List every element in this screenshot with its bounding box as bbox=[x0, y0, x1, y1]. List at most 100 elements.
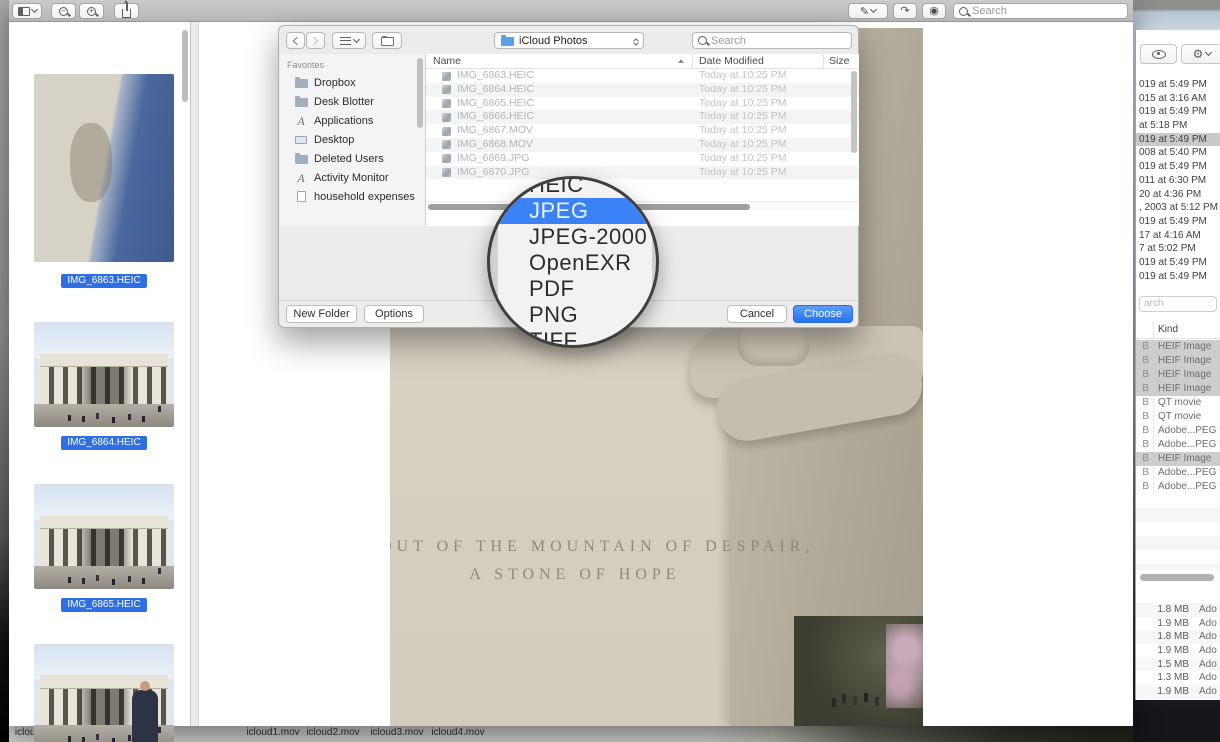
file-row[interactable]: IMG_6869.JPG Today at 10:25 PM bbox=[426, 152, 859, 166]
dialog-search-input[interactable]: Search bbox=[692, 32, 852, 49]
finder-date-row[interactable]: at 5:18 PM bbox=[1136, 119, 1220, 133]
location-popup[interactable]: iCloud Photos bbox=[494, 32, 644, 49]
finder-kind-row[interactable]: B HEIF Image bbox=[1136, 354, 1220, 368]
rotate-button[interactable]: ↷ bbox=[893, 3, 917, 19]
thumbnail-lincoln-memorial[interactable] bbox=[34, 484, 174, 589]
finder-size-row[interactable]: 1.9 MB Ado bbox=[1136, 685, 1220, 699]
desktop-file-label[interactable]: icloud2.mov bbox=[303, 727, 363, 738]
finder-kind-row[interactable]: B HEIF Image bbox=[1136, 452, 1220, 466]
finder-kind-row[interactable]: B HEIF Image bbox=[1136, 340, 1220, 354]
zoom-out-button[interactable]: − bbox=[51, 3, 76, 19]
file-row[interactable]: IMG_6868.MOV Today at 10:25 PM bbox=[426, 138, 859, 152]
file-row[interactable]: IMG_6865.HEIC Today at 10:25 PM bbox=[426, 97, 859, 111]
finder-kind-row[interactable]: B HEIF Image bbox=[1136, 368, 1220, 382]
format-menu-item[interactable]: OpenEXR bbox=[498, 250, 652, 276]
finder-size-row[interactable]: 1.9 MB Ado bbox=[1136, 644, 1220, 658]
finder-date-row[interactable]: 008 at 5:40 PM bbox=[1136, 146, 1220, 160]
zoom-in-button[interactable]: + bbox=[79, 3, 104, 19]
sidebar-view-button[interactable] bbox=[12, 3, 42, 19]
thumbnail-filename-label[interactable]: IMG_6863.HEIC bbox=[61, 274, 146, 288]
finder-size-row[interactable]: 1.8 MB Ado bbox=[1136, 630, 1220, 644]
finder-kind-row[interactable]: B Adobe...PEG file bbox=[1136, 480, 1220, 494]
file-list-vertical-scrollbar[interactable] bbox=[851, 71, 857, 153]
choose-button[interactable]: Choose bbox=[793, 305, 853, 323]
location-popup-value: iCloud Photos bbox=[519, 35, 629, 47]
finder-kind-row[interactable]: B QT movie bbox=[1136, 396, 1220, 410]
file-row[interactable]: IMG_6863.HEIC Today at 10:25 PM bbox=[426, 69, 859, 83]
finder-date-row[interactable]: 7 at 5:02 PM bbox=[1136, 242, 1220, 256]
finder-size-row[interactable]: 1.9 MB Ado bbox=[1136, 617, 1220, 631]
file-row[interactable]: IMG_6870.JPG Today at 10:25 PM bbox=[426, 166, 859, 180]
file-thumbnail-icon bbox=[442, 72, 451, 81]
thumbnail-lincoln-memorial[interactable] bbox=[34, 322, 174, 427]
action-menu-button[interactable]: ⚙ bbox=[1181, 44, 1220, 64]
options-button[interactable]: Options bbox=[364, 305, 424, 323]
markup-button[interactable]: ✎ bbox=[848, 3, 888, 19]
format-menu-item[interactable]: PDF bbox=[498, 276, 652, 302]
thumbnail-filename-label[interactable]: IMG_6865.HEIC bbox=[61, 598, 146, 612]
share-button[interactable] bbox=[114, 3, 139, 19]
new-folder-icon-button[interactable] bbox=[372, 32, 402, 49]
finder-date-row[interactable]: 019 at 5:49 PM bbox=[1136, 256, 1220, 270]
format-menu-item[interactable]: PNG bbox=[498, 302, 652, 328]
inscription-line-2: A STONE OF HOPE bbox=[390, 566, 770, 584]
format-menu-item[interactable]: JPEG bbox=[498, 198, 652, 224]
back-button[interactable] bbox=[286, 32, 305, 49]
column-name[interactable]: Name bbox=[433, 55, 461, 67]
finder-size-row[interactable]: 1.5 MB Ado bbox=[1136, 658, 1220, 672]
view-mode-button[interactable] bbox=[332, 32, 366, 49]
finder-kind-row[interactable]: B Adobe...PEG file bbox=[1136, 438, 1220, 452]
file-row[interactable]: IMG_6864.HEIC Today at 10:25 PM bbox=[426, 83, 859, 97]
finder-kind-row[interactable]: B HEIF Image bbox=[1136, 382, 1220, 396]
kind-column-header[interactable]: Kind bbox=[1136, 322, 1220, 339]
finder-date-row[interactable]: 019 at 5:49 PM bbox=[1136, 133, 1220, 147]
column-size[interactable]: Size bbox=[829, 55, 849, 67]
thumbnail-mlk-statue[interactable] bbox=[34, 74, 174, 262]
favorites-item[interactable]: household expenses bbox=[280, 187, 425, 206]
finder-size-row[interactable]: 1.8 MB Ado bbox=[1136, 603, 1220, 617]
new-folder-button[interactable]: New Folder bbox=[286, 305, 357, 323]
file-row[interactable]: IMG_6866.HEIC Today at 10:25 PM bbox=[426, 110, 859, 124]
finder-search-input[interactable]: arch bbox=[1139, 296, 1217, 312]
favorites-scrollbar[interactable] bbox=[417, 58, 423, 128]
format-menu-item[interactable]: HEIC bbox=[498, 176, 652, 198]
finder-date-row[interactable]: 019 at 5:49 PM bbox=[1136, 270, 1220, 284]
cancel-button[interactable]: Cancel bbox=[727, 305, 787, 323]
format-menu-item[interactable]: JPEG-2000 bbox=[498, 224, 652, 250]
finder-size-row[interactable]: 1.3 MB Ado bbox=[1136, 671, 1220, 685]
finder-date-row[interactable]: 20 at 4:36 PM bbox=[1136, 188, 1220, 202]
finder-date-row[interactable]: 019 at 5:49 PM bbox=[1136, 105, 1220, 119]
column-date-modified[interactable]: Date Modified bbox=[699, 55, 764, 67]
favorite-item-icon bbox=[294, 191, 308, 202]
favorites-item[interactable]: Dropbox bbox=[280, 73, 425, 92]
finder-date-row[interactable]: 019 at 5:49 PM bbox=[1136, 160, 1220, 174]
favorites-item[interactable]: Desk Blotter bbox=[280, 92, 425, 111]
finder-kind-row[interactable]: B QT movie bbox=[1136, 410, 1220, 424]
thumbnail-filename-label[interactable]: IMG_6864.HEIC bbox=[61, 436, 146, 450]
favorites-item[interactable]: A Activity Monitor bbox=[280, 168, 425, 187]
favorites-item[interactable]: Deleted Users bbox=[280, 149, 425, 168]
finder-kind-row[interactable]: B Adobe...PEG file bbox=[1136, 424, 1220, 438]
finder-date-row[interactable]: 17 at 4:16 AM bbox=[1136, 229, 1220, 243]
finder-date-row[interactable]: 011 at 6:30 PM bbox=[1136, 174, 1220, 188]
desktop-file-label[interactable]: icloud4.mov bbox=[426, 727, 490, 738]
finder-date-row[interactable]: 019 at 5:49 PM bbox=[1136, 78, 1220, 92]
toolbar-search-input[interactable]: Search bbox=[953, 3, 1128, 19]
favorites-item[interactable]: Desktop bbox=[280, 130, 425, 149]
file-date-modified: Today at 10:25 PM bbox=[699, 124, 787, 138]
file-row[interactable]: IMG_6867.MOV Today at 10:25 PM bbox=[426, 124, 859, 138]
finder-date-row[interactable]: 019 at 5:49 PM bbox=[1136, 215, 1220, 229]
favorites-item[interactable]: A Applications bbox=[280, 111, 425, 130]
sidebar-scrollbar[interactable] bbox=[182, 30, 188, 102]
quicklook-button[interactable] bbox=[1140, 44, 1177, 64]
forward-button[interactable] bbox=[306, 32, 325, 49]
highlight-button[interactable]: ◉ bbox=[922, 3, 946, 19]
desktop-file-label[interactable]: icloud1.mov bbox=[243, 727, 303, 738]
finder-date-row[interactable]: , 2003 at 5:12 PM bbox=[1136, 201, 1220, 215]
finder-date-row[interactable]: 015 at 3:16 AM bbox=[1136, 92, 1220, 106]
thumbnail-lincoln-memorial-selfie[interactable] bbox=[34, 644, 174, 742]
finder-horizontal-scrollbar[interactable] bbox=[1140, 574, 1214, 581]
finder-kind-row[interactable]: B Adobe...PEG file bbox=[1136, 466, 1220, 480]
desktop-file-label[interactable]: icloud3.mov bbox=[366, 727, 428, 738]
desktop-wallpaper-left bbox=[0, 0, 9, 742]
